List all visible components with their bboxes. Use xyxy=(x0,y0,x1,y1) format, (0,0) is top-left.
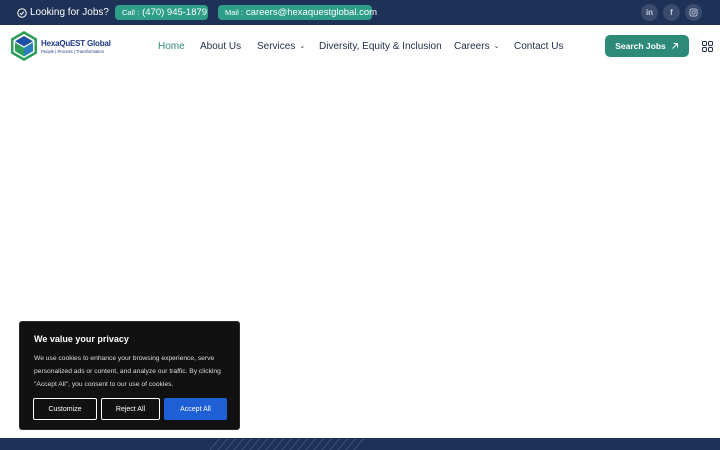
call-pill[interactable]: Call : (470) 945-1879 xyxy=(115,5,208,20)
linkedin-button[interactable]: in xyxy=(641,4,658,21)
page: Looking for Jobs? Call : (470) 945-1879 … xyxy=(0,0,720,450)
mail-pill[interactable]: Mail : careers@hexaquestglobal.com xyxy=(218,5,377,20)
footer-band xyxy=(0,438,720,450)
cookie-body: We use cookies to enhance your browsing … xyxy=(34,355,221,388)
logo[interactable]: HexaQuEST Global People | Process | Tran… xyxy=(10,29,111,63)
nav-label: Careers xyxy=(454,40,490,52)
nav-item-home[interactable]: Home xyxy=(158,39,185,53)
nav-item-contact-us[interactable]: Contact Us xyxy=(514,39,563,53)
looking-for-jobs-link[interactable]: Looking for Jobs? xyxy=(17,6,109,19)
facebook-icon: f xyxy=(670,8,673,17)
search-jobs-button[interactable]: Search Jobs xyxy=(605,35,689,57)
cookie-consent-popup: We value your privacy We use cookies to … xyxy=(19,321,240,430)
facebook-button[interactable]: f xyxy=(663,4,680,21)
instagram-button[interactable] xyxy=(685,4,702,21)
nav-label: Services xyxy=(257,40,296,52)
instagram-icon xyxy=(689,8,698,17)
customize-button[interactable]: Customize xyxy=(33,398,97,420)
chevron-down-icon: ⌄ xyxy=(299,43,306,50)
call-prefix: Call : xyxy=(122,8,140,17)
logo-tagline: People | Process | Transformation xyxy=(41,48,104,54)
hexagon-logo-icon xyxy=(11,31,37,61)
search-jobs-label: Search Jobs xyxy=(615,41,666,51)
decorative-stripes xyxy=(210,438,365,450)
reject-all-button[interactable]: Reject All xyxy=(101,398,160,420)
looking-for-jobs-label: Looking for Jobs? xyxy=(30,7,109,18)
nav-item-about-us[interactable]: About Us xyxy=(200,39,241,53)
header: HexaQuEST Global People | Process | Tran… xyxy=(0,25,720,67)
linkedin-icon: in xyxy=(645,8,654,17)
nav-label: About Us xyxy=(200,40,242,52)
nav-item-careers[interactable]: Careers ⌄ xyxy=(454,39,499,53)
nav-label: Diversity, Equity & Inclusion xyxy=(319,40,442,52)
arrow-up-right-icon xyxy=(671,43,678,49)
check-circle-icon xyxy=(17,7,27,18)
nav-label: Contact Us xyxy=(514,40,564,52)
grid-menu-icon[interactable] xyxy=(702,41,713,52)
accept-all-button[interactable]: Accept All xyxy=(164,398,227,420)
chevron-down-icon: ⌄ xyxy=(493,43,500,50)
call-number: (470) 945-1879 xyxy=(142,7,208,18)
nav-item-services[interactable]: Services ⌄ xyxy=(257,39,305,53)
mail-address: careers@hexaquestglobal.com xyxy=(245,7,378,18)
mail-prefix: Mail : xyxy=(225,8,243,17)
nav-item-diversity[interactable]: Diversity, Equity & Inclusion xyxy=(319,39,442,53)
logo-name: HexaQuEST Global xyxy=(41,38,111,48)
cookie-title: We value your privacy xyxy=(34,334,129,344)
logo-text: HexaQuEST Global People | Process | Tran… xyxy=(41,39,111,54)
nav-label: Home xyxy=(158,40,185,52)
topbar: Looking for Jobs? Call : (470) 945-1879 … xyxy=(0,0,720,25)
